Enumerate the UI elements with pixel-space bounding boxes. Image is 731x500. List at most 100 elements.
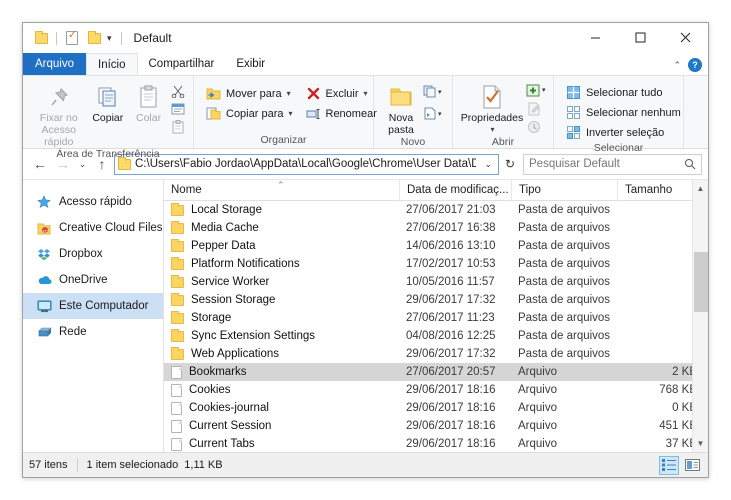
- row-name-cell: Platform Notifications: [164, 255, 399, 273]
- table-row[interactable]: Service Worker 10/05/2016 11:57 Pasta de…: [164, 273, 708, 291]
- table-row[interactable]: Media Cache 27/06/2017 16:38 Pasta de ar…: [164, 219, 708, 237]
- svg-text:▾: ▾: [542, 87, 546, 94]
- scrollbar-thumb[interactable]: [693, 252, 708, 312]
- sidebar-label: OneDrive: [59, 274, 108, 286]
- properties-button[interactable]: Propriedades ▾: [461, 81, 523, 136]
- pin-to-quick-access-button[interactable]: Fixar no Acesso rápido: [32, 81, 86, 148]
- sidebar-label: Acesso rápido: [59, 196, 132, 208]
- details-view-icon[interactable]: [659, 455, 679, 475]
- dropbox-icon: [36, 246, 52, 262]
- invert-selection-button[interactable]: Inverter seleção: [562, 123, 684, 142]
- vertical-scrollbar[interactable]: ▲ ▼: [692, 180, 708, 452]
- tab-compartilhar[interactable]: Compartilhar: [138, 53, 226, 75]
- copy-to-button[interactable]: Copiar para ▾: [202, 104, 296, 123]
- file-type: Pasta de arquivos: [518, 348, 611, 360]
- file-name: Current Session: [189, 420, 272, 432]
- close-icon[interactable]: [663, 23, 708, 52]
- qat-new-folder-icon[interactable]: [83, 27, 105, 49]
- copy-path-icon[interactable]: [169, 101, 187, 117]
- sidebar-item-creative-cloud-files[interactable]: cc Creative Cloud Files: [23, 215, 163, 241]
- new-small-icons: ▾ ▾: [422, 81, 446, 122]
- copy-to-icon: [205, 107, 222, 120]
- qat-properties-icon[interactable]: [61, 27, 83, 49]
- file-date: 29/06/2017 18:16: [406, 438, 496, 450]
- sidebar-label: Este Computador: [59, 300, 149, 312]
- chevron-down-icon[interactable]: ▾: [490, 124, 494, 136]
- open-icon[interactable]: ▾: [525, 83, 551, 99]
- file-name: Pepper Data: [191, 240, 256, 252]
- select-none-button[interactable]: Selecionar nenhum: [562, 103, 684, 122]
- column-header-tipo[interactable]: Tipo: [511, 179, 617, 201]
- sidebar-label: Dropbox: [59, 248, 103, 260]
- table-row[interactable]: Cookies-journal 29/06/2017 18:16 Arquivo…: [164, 399, 708, 417]
- sidebar-item-rede[interactable]: Rede: [23, 319, 163, 345]
- table-row[interactable]: Local Storage 27/06/2017 21:03 Pasta de …: [164, 201, 708, 219]
- tab-exibir[interactable]: Exibir: [225, 53, 276, 75]
- column-header-nome[interactable]: Nome ⌃: [164, 180, 399, 201]
- column-header-data[interactable]: Data de modificaç...: [399, 179, 511, 201]
- file-type: Pasta de arquivos: [518, 222, 611, 234]
- table-row[interactable]: Sync Extension Settings 04/08/2016 12:25…: [164, 327, 708, 345]
- select-none-icon: [565, 106, 582, 119]
- row-name-cell: Session Storage: [164, 291, 399, 309]
- properties-label: Propriedades: [460, 112, 524, 124]
- move-to-button[interactable]: Mover para ▾: [202, 84, 296, 103]
- sidebar-item-este-computador[interactable]: Este Computador: [23, 293, 163, 319]
- chevron-down-icon[interactable]: ▾: [288, 109, 292, 118]
- new-folder-button[interactable]: Nova pasta: [382, 81, 420, 136]
- large-icons-view-icon[interactable]: [682, 456, 702, 475]
- minimize-icon[interactable]: [573, 23, 618, 52]
- selection-size: 1,11 KB: [184, 459, 223, 471]
- maximize-icon[interactable]: [618, 23, 663, 52]
- sidebar-item-dropbox[interactable]: Dropbox: [23, 241, 163, 267]
- delete-button[interactable]: Excluir ▾: [302, 84, 380, 103]
- table-row[interactable]: Pepper Data 14/06/2016 13:10 Pasta de ar…: [164, 237, 708, 255]
- qat-customize-dropdown-icon[interactable]: ▾: [105, 33, 114, 44]
- paste-shortcut-icon[interactable]: [169, 119, 187, 135]
- table-row[interactable]: Current Session 29/06/2017 18:16 Arquivo…: [164, 417, 708, 435]
- column-header-tamanho[interactable]: Tamanho: [617, 179, 692, 201]
- tab-arquivo[interactable]: Arquivo: [23, 53, 86, 75]
- scroll-up-chevron-up-icon[interactable]: ▲: [693, 180, 709, 197]
- history-icon[interactable]: [525, 119, 543, 135]
- file-name: Media Cache: [191, 222, 259, 234]
- sidebar-item-onedrive[interactable]: OneDrive: [23, 267, 163, 293]
- scroll-down-chevron-down-icon[interactable]: ▼: [693, 435, 709, 452]
- sort-ascending-icon: ⌃: [277, 179, 285, 190]
- file-icon: [171, 437, 182, 451]
- sidebar-item-acesso-rapido[interactable]: Acesso rápido: [23, 189, 163, 215]
- file-date: 29/06/2017 18:16: [406, 420, 496, 432]
- file-type: Arquivo: [518, 384, 557, 396]
- path-chevron-down-icon[interactable]: ⌄: [480, 159, 496, 170]
- view-mode-buttons: [659, 455, 702, 475]
- table-row[interactable]: Storage 27/06/2017 11:23 Pasta de arquiv…: [164, 309, 708, 327]
- screenshot-root: ▾ Default Arquivo Início Compartilhar E: [0, 0, 731, 500]
- row-name-cell: Local Storage: [164, 201, 399, 219]
- table-row[interactable]: Current Tabs 29/06/2017 18:16 Arquivo 37…: [164, 435, 708, 452]
- chevron-up-icon[interactable]: ⌃: [673, 60, 681, 71]
- chevron-down-icon[interactable]: ▾: [287, 89, 291, 98]
- table-row[interactable]: Platform Notifications 17/02/2017 10:53 …: [164, 255, 708, 273]
- easy-access-icon[interactable]: ▾: [422, 106, 446, 122]
- table-row[interactable]: Cookies 29/06/2017 18:16 Arquivo 768 KB: [164, 381, 708, 399]
- cut-icon[interactable]: [169, 83, 187, 99]
- tab-inicio[interactable]: Início: [86, 53, 138, 75]
- table-row[interactable]: Bookmarks 27/06/2017 20:57 Arquivo 2 KB: [164, 363, 708, 381]
- copy-button[interactable]: Copiar: [88, 81, 129, 124]
- new-item-icon[interactable]: ▾: [422, 84, 446, 100]
- help-icon[interactable]: ?: [688, 58, 702, 72]
- qat-folder-icon[interactable]: [30, 27, 52, 49]
- paste-button[interactable]: Colar: [130, 81, 167, 124]
- row-name-cell: Cookies: [164, 381, 399, 399]
- refresh-icon[interactable]: ↻: [500, 154, 520, 175]
- file-type: Arquivo: [518, 420, 557, 432]
- rename-button[interactable]: Renomear: [302, 104, 380, 123]
- table-row[interactable]: Web Applications 29/06/2017 17:32 Pasta …: [164, 345, 708, 363]
- table-row[interactable]: Session Storage 29/06/2017 17:32 Pasta d…: [164, 291, 708, 309]
- sidebar-label: Rede: [59, 326, 87, 338]
- select-all-button[interactable]: Selecionar tudo: [562, 83, 684, 102]
- edit-icon[interactable]: [525, 101, 543, 117]
- search-input[interactable]: Pesquisar Default: [523, 153, 702, 175]
- chevron-down-icon[interactable]: ▾: [364, 89, 368, 98]
- scrollbar-track[interactable]: [693, 197, 709, 435]
